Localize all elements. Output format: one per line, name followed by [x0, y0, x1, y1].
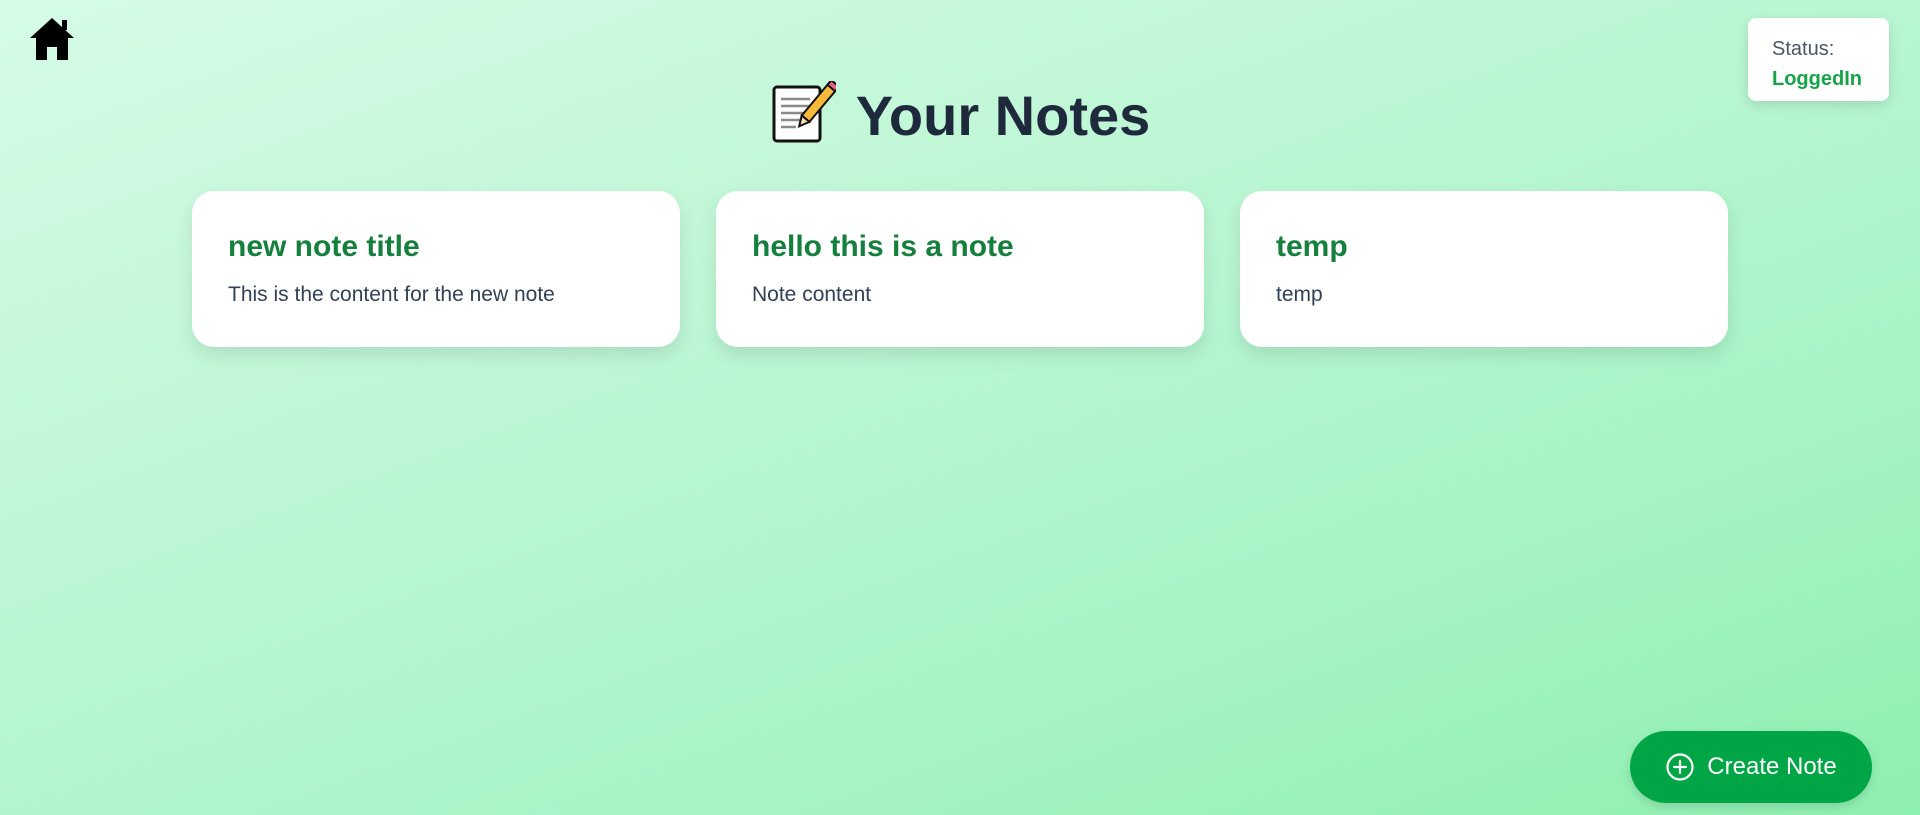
create-note-label: Create Note — [1707, 753, 1837, 780]
note-title: new note title — [228, 230, 420, 263]
notes-grid: new note title This is the content for t… — [192, 191, 1728, 347]
page-title-text: Your Notes — [855, 84, 1151, 147]
home-button[interactable] — [28, 16, 76, 62]
create-note-button[interactable]: Create Note — [1630, 731, 1872, 803]
status-label: Status: — [1772, 38, 1835, 60]
note-card[interactable]: new note title This is the content for t… — [192, 191, 680, 347]
home-icon — [30, 18, 74, 60]
note-content: This is the content for the new note — [228, 283, 555, 306]
memo-emoji-icon — [770, 81, 836, 145]
note-title: temp — [1276, 230, 1348, 263]
note-card[interactable]: temp temp — [1240, 191, 1728, 347]
note-card[interactable]: hello this is a note Note content — [716, 191, 1204, 347]
page-title: Your Notes — [0, 80, 1920, 152]
note-title: hello this is a note — [752, 230, 1014, 263]
note-content: Note content — [752, 283, 872, 306]
plus-circle-icon — [1666, 753, 1694, 781]
note-content: temp — [1276, 283, 1323, 306]
